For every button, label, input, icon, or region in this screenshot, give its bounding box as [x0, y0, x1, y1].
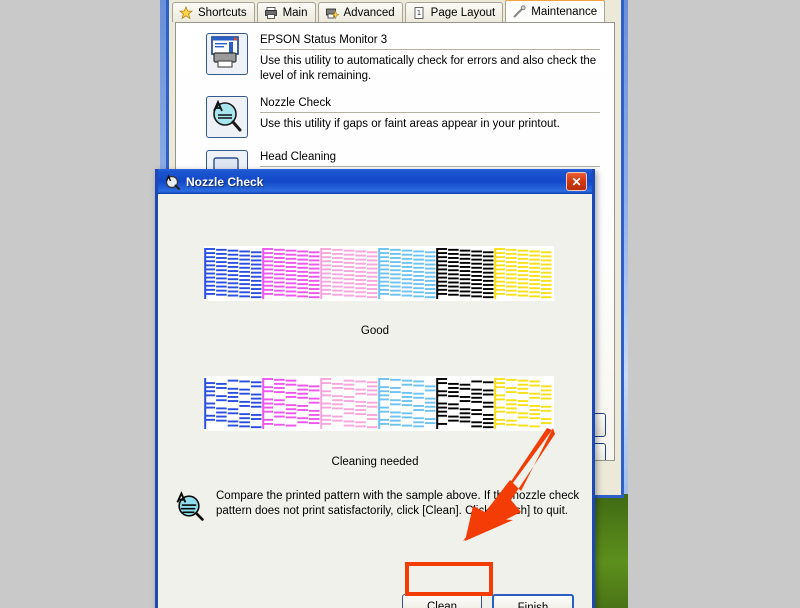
utility-body: EPSON Status Monitor 3 Use this utility …	[260, 33, 600, 84]
divider	[260, 112, 600, 113]
nozzle-check-icon	[206, 96, 248, 138]
utility-title: Head Cleaning	[260, 151, 337, 163]
utility-description: Use this utility if gaps or faint areas …	[260, 118, 560, 130]
nozzle-pattern-column	[436, 376, 494, 431]
svg-text:1: 1	[416, 9, 420, 17]
nozzle-pattern-column	[494, 246, 552, 301]
finish-button[interactable]: Finish	[492, 594, 574, 608]
utility-title: EPSON Status Monitor 3	[260, 34, 388, 46]
nozzle-pattern-column	[378, 376, 436, 431]
nozzle-check-dialog: Nozzle Check ✕ Good Cleaning needed Comp…	[155, 169, 595, 608]
nozzle-pattern-good	[204, 246, 554, 301]
tab-maintenance-label: Maintenance	[531, 5, 598, 18]
tab-maintenance[interactable]: Maintenance	[505, 0, 606, 22]
star-icon	[178, 5, 194, 20]
utility-row-nozzle-check[interactable]: Nozzle Check Use this utility if gaps or…	[176, 84, 614, 138]
utility-description: Use this utility to automatically check …	[260, 55, 597, 82]
dialog-instruction-text: Compare the printed pattern with the sam…	[216, 490, 580, 517]
tab-shortcuts[interactable]: Shortcuts	[172, 2, 255, 22]
utility-body: Nozzle Check Use this utility if gaps or…	[260, 96, 600, 138]
advanced-printer-icon	[325, 6, 340, 20]
nozzle-pattern-bad-caption: Cleaning needed	[331, 456, 419, 468]
nozzle-check-small-icon	[164, 173, 180, 190]
tab-advanced-label: Advanced	[343, 6, 395, 19]
page-icon: 1	[412, 6, 426, 20]
nozzle-pattern-good-caption: Good	[360, 325, 390, 337]
tab-advanced[interactable]: Advanced	[317, 2, 403, 22]
dialog-title: Nozzle Check	[186, 174, 264, 189]
tab-main[interactable]: Main	[256, 2, 316, 22]
nozzle-pattern-column	[204, 246, 262, 301]
dialog-title-bar[interactable]: Nozzle Check ✕	[158, 169, 592, 194]
utility-row-status-monitor[interactable]: EPSON Status Monitor 3 Use this utility …	[176, 23, 614, 84]
divider	[260, 49, 600, 50]
dialog-instruction: Compare the printed pattern with the sam…	[172, 489, 584, 523]
nozzle-pattern-column	[204, 376, 262, 431]
nozzle-check-icon	[172, 489, 206, 523]
nozzle-pattern-column	[436, 246, 494, 301]
nozzle-pattern-column	[320, 376, 378, 431]
utility-title: Nozzle Check	[260, 97, 331, 109]
tab-page-layout-label: Page Layout	[430, 6, 496, 19]
tab-shortcuts-label: Shortcuts	[198, 6, 247, 19]
printer-icon	[264, 6, 278, 20]
dialog-body: Good Cleaning needed Compare the printed…	[158, 194, 592, 608]
nozzle-pattern-column	[262, 376, 320, 431]
close-icon[interactable]: ✕	[566, 172, 587, 191]
nozzle-pattern-column	[262, 246, 320, 301]
dialog-button-row: Clean Finish	[402, 594, 574, 608]
status-monitor-icon	[206, 33, 248, 75]
nozzle-pattern-column	[494, 376, 552, 431]
divider	[260, 166, 600, 167]
wrench-icon	[512, 4, 526, 19]
nozzle-pattern-column	[378, 246, 436, 301]
nozzle-pattern-cleaning-needed	[204, 376, 554, 431]
tab-strip: Shortcuts Main Advanced 1 Page Layout Ma…	[169, 0, 621, 22]
nozzle-pattern-column	[320, 246, 378, 301]
clean-button[interactable]: Clean	[402, 594, 482, 608]
screen-root: Shortcuts Main Advanced 1 Page Layout Ma…	[0, 0, 800, 608]
tab-page-layout[interactable]: 1 Page Layout	[404, 2, 504, 22]
tab-main-label: Main	[282, 6, 308, 19]
